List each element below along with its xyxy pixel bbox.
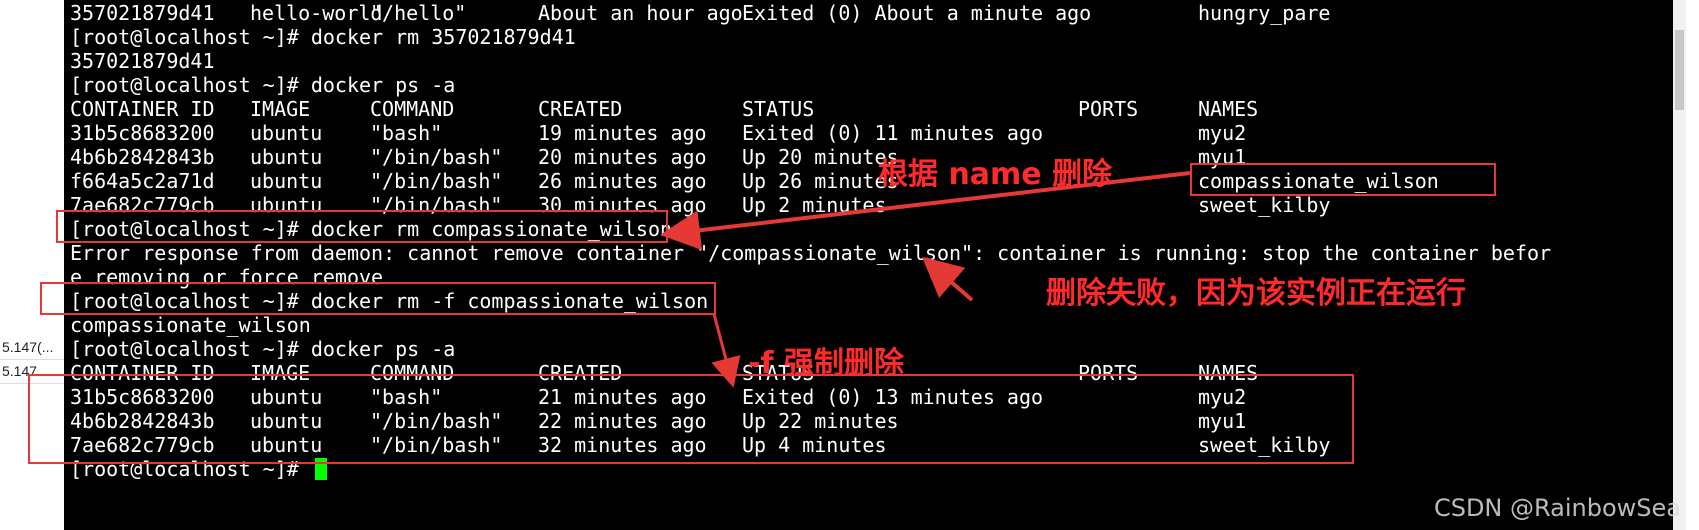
table-cell: myu1	[1198, 409, 1247, 433]
table-cell: ubuntu	[250, 385, 323, 409]
table-cell: Exited (0) 11 minutes ago	[742, 121, 1044, 145]
terminal-prompt: [root@localhost ~]#	[70, 456, 327, 482]
left-panel-row[interactable]: 5.147	[0, 360, 64, 384]
annotation-by-name: 根据 name 删除	[878, 157, 1113, 192]
table-cell: "bash"	[370, 385, 443, 409]
table-cell: Up 26 minutes	[742, 169, 899, 193]
table-cell: myu2	[1198, 121, 1247, 145]
table-cell: 7ae682c779cb	[70, 433, 215, 457]
terminal-line: [root@localhost ~]# docker rm 357021879d…	[70, 25, 576, 49]
terminal-line: [root@localhost ~]# docker ps -a	[70, 337, 456, 361]
table-cell: 26 minutes ago	[538, 169, 707, 193]
column-header: NAMES	[1198, 361, 1259, 385]
terminal-line: [root@localhost ~]# docker rm compassion…	[70, 217, 673, 241]
table-cell: "bash"	[370, 121, 443, 145]
table-cell: Up 20 minutes	[742, 145, 899, 169]
table-cell: "/hello"	[370, 1, 467, 25]
table-cell: "/bin/bash"	[370, 145, 503, 169]
table-cell: 19 minutes ago	[538, 121, 707, 145]
table-cell: "/bin/bash"	[370, 193, 503, 217]
table-cell: sweet_kilby	[1198, 193, 1331, 217]
column-header: CREATED	[538, 361, 623, 385]
table-cell: ubuntu	[250, 193, 323, 217]
table-cell: ubuntu	[250, 409, 323, 433]
terminal-line: [root@localhost ~]# docker ps -a	[70, 73, 456, 97]
table-cell: 357021879d41	[70, 1, 215, 25]
column-header: PORTS	[1078, 97, 1139, 121]
watermark: CSDN @RainbowSea	[1433, 494, 1681, 522]
table-cell: 32 minutes ago	[538, 433, 707, 457]
annotation-fail-reason: 删除失败，因为该实例正在运行	[1046, 276, 1466, 311]
annotation-force: -f 强制删除	[748, 346, 904, 381]
column-header: COMMAND	[370, 361, 455, 385]
table-cell: sweet_kilby	[1198, 433, 1331, 457]
table-cell: 30 minutes ago	[538, 193, 707, 217]
column-header: NAMES	[1198, 97, 1259, 121]
terminal-line: 357021879d41	[70, 49, 215, 73]
table-cell: 22 minutes ago	[538, 409, 707, 433]
table-cell: myu1	[1198, 145, 1247, 169]
table-cell: myu2	[1198, 385, 1247, 409]
table-cell: 31b5c8683200	[70, 121, 215, 145]
table-cell: compassionate_wilson	[1198, 169, 1439, 193]
terminal-window[interactable]: 357021879d41 hello-world "/hello" About an …	[64, 0, 1686, 530]
terminal-line: e removing or force remove	[70, 265, 384, 289]
table-cell: Up 2 minutes	[742, 193, 887, 217]
table-cell: Exited (0) 13 minutes ago	[742, 385, 1044, 409]
table-cell: Exited (0) About a minute ago	[742, 1, 1092, 25]
table-cell: hello-world	[250, 1, 383, 25]
terminal-line: [root@localhost ~]# docker rm -f compass…	[70, 289, 709, 313]
column-header: CONTAINER ID	[70, 97, 215, 121]
table-cell: About an hour ago	[538, 1, 743, 25]
prompt-text: [root@localhost ~]#	[70, 457, 311, 481]
table-cell: Up 4 minutes	[742, 433, 887, 457]
table-cell: "/bin/bash"	[370, 433, 503, 457]
table-cell: 31b5c8683200	[70, 385, 215, 409]
left-panel-row[interactable]: 5.147(...	[0, 336, 64, 360]
table-cell: ubuntu	[250, 145, 323, 169]
left-side-panel: 5.147(... 5.147	[0, 0, 64, 530]
column-header: CREATED	[538, 97, 623, 121]
table-cell: ubuntu	[250, 121, 323, 145]
table-cell: "/bin/bash"	[370, 169, 503, 193]
table-cell: ubuntu	[250, 169, 323, 193]
column-header: IMAGE	[250, 361, 311, 385]
column-header: IMAGE	[250, 97, 311, 121]
column-header: CONTAINER ID	[70, 361, 215, 385]
terminal-line: Error response from daemon: cannot remov…	[70, 241, 1552, 265]
table-cell: hungry_pare	[1198, 1, 1331, 25]
column-header: PORTS	[1078, 361, 1139, 385]
table-cell: Up 22 minutes	[742, 409, 899, 433]
table-cell: 4b6b2842843b	[70, 145, 215, 169]
column-header: STATUS	[742, 97, 815, 121]
text-cursor	[314, 458, 327, 480]
table-cell: 7ae682c779cb	[70, 193, 215, 217]
scrollbar-thumb[interactable]	[1675, 30, 1684, 110]
table-cell: 21 minutes ago	[538, 385, 707, 409]
table-cell: 20 minutes ago	[538, 145, 707, 169]
vertical-scrollbar[interactable]	[1673, 0, 1686, 530]
table-cell: 4b6b2842843b	[70, 409, 215, 433]
column-header: COMMAND	[370, 97, 455, 121]
terminal-line: compassionate_wilson	[70, 313, 311, 337]
table-cell: f664a5c2a71d	[70, 169, 215, 193]
table-cell: ubuntu	[250, 433, 323, 457]
table-cell: "/bin/bash"	[370, 409, 503, 433]
